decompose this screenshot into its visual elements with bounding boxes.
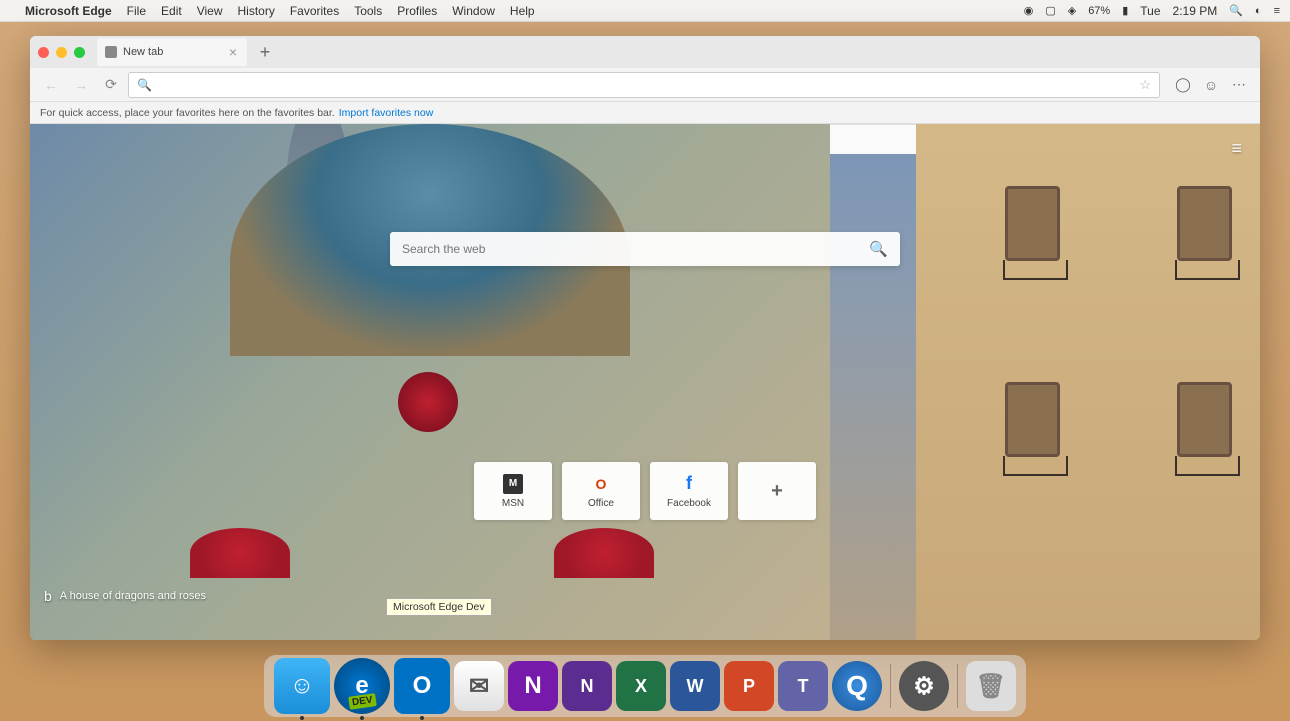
dock-tooltip: Microsoft Edge Dev: [386, 598, 492, 616]
tile-label: Office: [588, 498, 614, 509]
import-favorites-link[interactable]: Import favorites now: [339, 107, 434, 119]
caption-text: A house of dragons and roses: [60, 590, 206, 602]
profile-button[interactable]: ◯: [1170, 72, 1196, 98]
tile-label: MSN: [502, 498, 524, 509]
tile-add[interactable]: +: [738, 462, 816, 520]
new-tab-page: ≡ 🔍 M MSN O Office f Facebook + b: [30, 124, 1260, 640]
menubar-time[interactable]: 2:19 PM: [1173, 4, 1218, 18]
menu-view[interactable]: View: [197, 4, 223, 18]
menu-favorites[interactable]: Favorites: [290, 4, 339, 18]
tab-close-icon[interactable]: ×: [229, 44, 237, 60]
more-menu-button[interactable]: ⋯: [1226, 72, 1252, 98]
dock-teams[interactable]: T: [778, 661, 828, 711]
menu-file[interactable]: File: [127, 4, 146, 18]
tab-favicon: [105, 46, 117, 58]
browser-window: New tab × + ← → ⟳ 🔍 ☆ ◯ ☺ ⋯ For quick ac…: [30, 36, 1260, 640]
search-icon: 🔍: [137, 78, 152, 92]
tab-bar: New tab × +: [30, 36, 1260, 68]
refresh-button[interactable]: ⟳: [98, 72, 124, 98]
window-minimize-button[interactable]: [56, 47, 67, 58]
tab-title: New tab: [123, 46, 163, 58]
dock-onenote[interactable]: N: [508, 661, 558, 711]
menubar-day[interactable]: Tue: [1140, 4, 1160, 18]
tile-facebook[interactable]: f Facebook: [650, 462, 728, 520]
dock-excel[interactable]: X: [616, 661, 666, 711]
forward-button[interactable]: →: [68, 72, 94, 98]
bing-icon: b: [44, 588, 52, 604]
dock-separator: [890, 664, 891, 708]
dock-trash[interactable]: 🗑: [966, 661, 1016, 711]
address-bar[interactable]: 🔍 ☆: [128, 72, 1160, 98]
menu-window[interactable]: Window: [452, 4, 495, 18]
macos-dock: ☺ eDEV O ✉ N N X W P T Q ⚙ 🗑: [264, 655, 1026, 717]
window-maximize-button[interactable]: [74, 47, 85, 58]
quick-links-tiles: M MSN O Office f Facebook +: [474, 462, 816, 520]
dock-onenote2[interactable]: N: [562, 661, 612, 711]
tile-msn[interactable]: M MSN: [474, 462, 552, 520]
image-caption[interactable]: b A house of dragons and roses: [44, 588, 206, 604]
favorite-star-icon[interactable]: ☆: [1139, 77, 1151, 93]
menu-profiles[interactable]: Profiles: [397, 4, 437, 18]
dock-word[interactable]: W: [670, 661, 720, 711]
status-icon[interactable]: ◉: [1024, 4, 1034, 17]
dock-outlook[interactable]: O: [394, 658, 450, 714]
control-center-icon[interactable]: ◐: [1255, 5, 1262, 17]
address-input[interactable]: [158, 78, 1133, 92]
favorites-bar: For quick access, place your favorites h…: [30, 102, 1260, 124]
airplay-icon[interactable]: ▢: [1045, 4, 1055, 17]
wifi-icon[interactable]: ◈: [1068, 4, 1076, 17]
facebook-icon: f: [679, 474, 699, 494]
battery-percent[interactable]: 67%: [1088, 5, 1110, 17]
favorites-hint: For quick access, place your favorites h…: [40, 107, 335, 119]
msn-icon: M: [503, 474, 523, 494]
ntp-search-box[interactable]: 🔍: [390, 232, 900, 266]
dock-powerpoint[interactable]: P: [724, 661, 774, 711]
tile-label: Facebook: [667, 498, 711, 509]
spotlight-icon[interactable]: 🔍: [1229, 4, 1243, 17]
dock-mail[interactable]: ✉: [454, 661, 504, 711]
page-settings-icon[interactable]: ≡: [1231, 138, 1242, 159]
back-button[interactable]: ←: [38, 72, 64, 98]
dock-edge-dev[interactable]: eDEV: [334, 658, 390, 714]
menu-tools[interactable]: Tools: [354, 4, 382, 18]
dock-quicktime[interactable]: Q: [832, 661, 882, 711]
macos-menubar: Microsoft Edge File Edit View History Fa…: [0, 0, 1290, 22]
battery-icon[interactable]: ▮: [1122, 4, 1128, 17]
search-submit-icon[interactable]: 🔍: [869, 240, 888, 258]
new-tab-button[interactable]: +: [253, 42, 277, 63]
tile-office[interactable]: O Office: [562, 462, 640, 520]
menu-history[interactable]: History: [238, 4, 275, 18]
dock-finder[interactable]: ☺: [274, 658, 330, 714]
background-image: [30, 124, 1260, 640]
window-close-button[interactable]: [38, 47, 49, 58]
menu-edit[interactable]: Edit: [161, 4, 182, 18]
browser-tab[interactable]: New tab ×: [97, 38, 247, 66]
notifications-icon[interactable]: ≡: [1274, 5, 1280, 17]
plus-icon: +: [767, 481, 787, 501]
office-icon: O: [591, 474, 611, 494]
ntp-search-input[interactable]: [402, 242, 869, 256]
feedback-button[interactable]: ☺: [1198, 72, 1224, 98]
menu-help[interactable]: Help: [510, 4, 535, 18]
address-bar-row: ← → ⟳ 🔍 ☆ ◯ ☺ ⋯: [30, 68, 1260, 102]
app-name[interactable]: Microsoft Edge: [25, 4, 112, 18]
dock-system-preferences[interactable]: ⚙: [899, 661, 949, 711]
dock-separator: [957, 664, 958, 708]
window-controls: [38, 47, 85, 58]
